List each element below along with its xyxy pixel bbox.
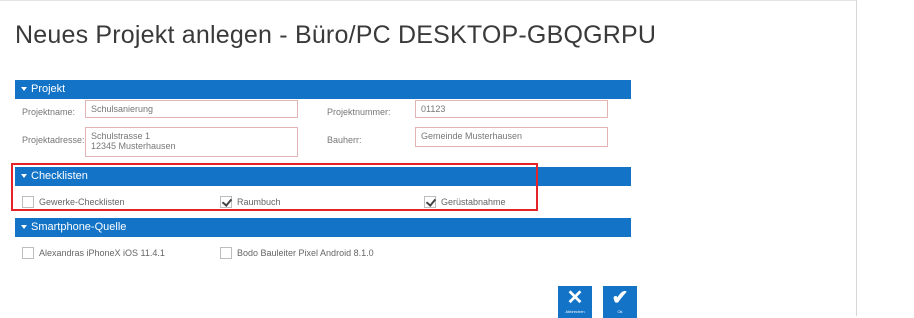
projektnummer-label: Projektnummer: (327, 107, 391, 117)
checkmark-icon (425, 196, 437, 207)
ok-caption: Ok (617, 309, 623, 314)
checkbox-box[interactable] (220, 196, 233, 208)
adresse-line1: Schulstrasse 1 (91, 131, 151, 141)
projektadresse-label: Projektadresse: (22, 135, 85, 145)
bauherr-value: Gemeinde Musterhausen (421, 131, 523, 141)
checkbox-box[interactable] (22, 196, 34, 208)
bauherr-label: Bauherr: (327, 135, 362, 145)
projektname-label: Projektname: (22, 107, 76, 117)
section-header-checklisten[interactable]: Checklisten (15, 167, 631, 186)
checkbox-label: Alexandras iPhoneX iOS 11.4.1 (39, 248, 165, 258)
caret-down-icon (21, 174, 27, 178)
cancel-button[interactable]: ✕ Abbrechen (558, 286, 592, 318)
checkbox-label: Raumbuch (237, 197, 281, 207)
projektnummer-value: 01123 (421, 104, 446, 114)
projektname-field[interactable]: Schulsanierung (85, 100, 298, 118)
checkbox-label: Gewerke-Checklisten (39, 197, 125, 207)
projektnummer-field[interactable]: 01123 (415, 100, 608, 118)
caret-down-icon (21, 225, 27, 229)
checkmark-icon (221, 196, 233, 207)
ok-button[interactable]: ✔ Ok (603, 286, 637, 318)
checkmark-icon: ✔ (611, 287, 629, 309)
section-header-smartphone-quelle[interactable]: Smartphone-Quelle (15, 218, 631, 237)
close-icon: ✕ (566, 287, 584, 309)
checkbox-box[interactable] (424, 196, 437, 208)
dialog-title: Neues Projekt anlegen - Büro/PC DESKTOP-… (15, 21, 657, 49)
section-label-smartphone: Smartphone-Quelle (31, 221, 127, 233)
section-label-checklisten: Checklisten (31, 170, 88, 182)
caret-down-icon (21, 87, 27, 91)
section-label-projekt: Projekt (31, 83, 66, 95)
bauherr-field[interactable]: Gemeinde Musterhausen (415, 127, 608, 147)
checkbox-label: Bodo Bauleiter Pixel Android 8.1.0 (237, 248, 374, 258)
projektname-value: Schulsanierung (91, 104, 154, 114)
projektadresse-field[interactable]: Schulstrasse 1 12345 Musterhausen (85, 127, 298, 157)
checkbox-label: Gerüstabnahme (441, 197, 506, 207)
checkbox-box[interactable] (22, 247, 34, 259)
section-header-projekt[interactable]: Projekt (15, 80, 631, 99)
adresse-line2: 12345 Musterhausen (91, 141, 176, 151)
cancel-caption: Abbrechen (565, 309, 585, 314)
checkbox-box[interactable] (220, 247, 232, 259)
new-project-dialog: Neues Projekt anlegen - Büro/PC DESKTOP-… (0, 0, 857, 318)
